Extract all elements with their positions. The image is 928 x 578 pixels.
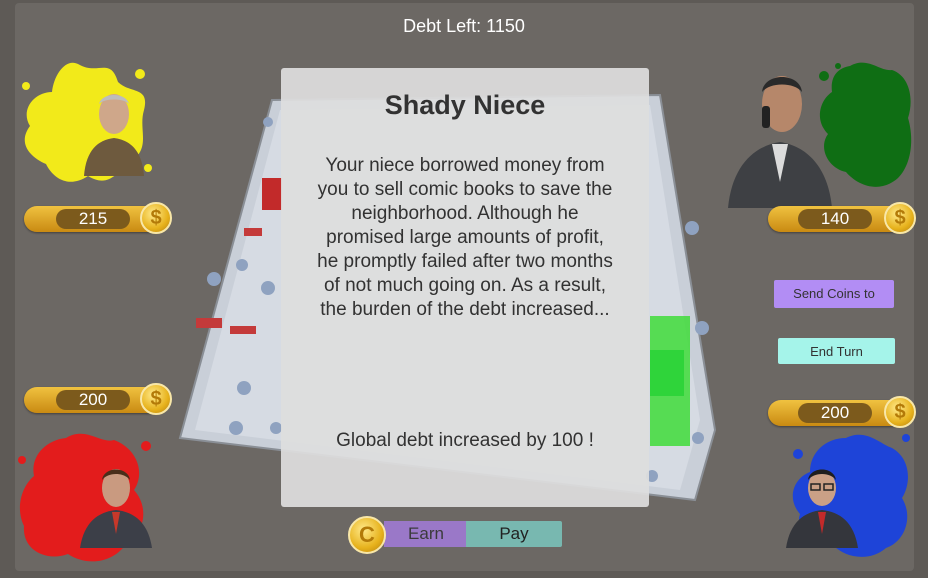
- yellow-player-coin-counter: 215 $: [24, 200, 176, 236]
- yellow-player-avatar: [84, 94, 144, 176]
- blue-player-coin-counter: 200 $: [768, 394, 920, 430]
- event-card: Shady Niece Your niece borrowed money fr…: [281, 68, 649, 507]
- event-card-title: Shady Niece: [384, 90, 546, 120]
- blue-player-avatar: [786, 469, 858, 548]
- send-coins-button[interactable]: Send Coins to: [774, 280, 894, 308]
- event-card-body: Your niece borrowed money from you to se…: [317, 155, 613, 320]
- board-green-district: [650, 316, 690, 446]
- coin-icon: $: [140, 202, 172, 234]
- red-player-coin-counter: 200 $: [24, 381, 176, 417]
- earn-pay-toggle: Earn Pay C: [348, 514, 564, 554]
- coin-icon: $: [140, 383, 172, 415]
- end-turn-button[interactable]: End Turn: [778, 338, 895, 364]
- earn-button[interactable]: Earn: [384, 521, 468, 547]
- pay-button[interactable]: Pay: [466, 521, 562, 547]
- green-player-coins: 140: [798, 209, 872, 229]
- coin-icon: $: [884, 202, 916, 234]
- blue-player-coins: 200: [798, 403, 872, 423]
- debt-left-label: Debt Left: 1150: [403, 16, 525, 36]
- red-player-coins: 200: [56, 390, 130, 410]
- yellow-player-coins: 215: [56, 209, 130, 229]
- red-player-avatar: [80, 469, 152, 548]
- event-card-result: Global debt increased by 100 !: [336, 430, 594, 451]
- coin-icon: $: [884, 396, 916, 428]
- green-player-avatar: [728, 76, 832, 208]
- green-player-coin-counter: 140 $: [768, 200, 920, 236]
- earn-coin-icon: C: [348, 516, 386, 554]
